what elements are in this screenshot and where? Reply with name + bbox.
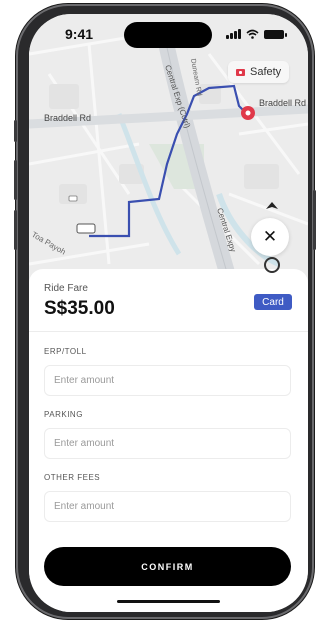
fare-amount: S$35.00 [44, 298, 115, 319]
wifi-icon [246, 29, 259, 39]
navigation-arrow-icon[interactable] [265, 202, 279, 216]
locate-me-icon[interactable] [264, 257, 280, 273]
home-indicator[interactable] [117, 600, 220, 603]
confirm-button[interactable]: CONFIRM [44, 547, 291, 586]
side-button [14, 210, 17, 250]
safety-icon [236, 68, 245, 76]
dynamic-island [124, 22, 212, 48]
fare-label: Ride Fare [44, 283, 88, 294]
erp-toll-input[interactable] [44, 365, 291, 396]
parking-input[interactable] [44, 428, 291, 459]
safety-label: Safety [250, 66, 282, 78]
erp-toll-label: ERP/TOLL [44, 347, 87, 356]
parking-label: PARKING [44, 410, 83, 419]
road-label-braddell-left: Braddell Rd [44, 113, 91, 123]
battery-icon [264, 29, 287, 39]
road-label-braddell-right: Braddell Rd [259, 98, 306, 108]
divider [29, 331, 308, 332]
close-button[interactable]: ✕ [251, 218, 289, 256]
safety-button[interactable]: Safety [228, 61, 290, 83]
other-fees-input[interactable] [44, 491, 291, 522]
status-icons [226, 29, 287, 39]
status-bar: 9:41 [29, 14, 308, 58]
side-button [313, 190, 316, 250]
close-icon: ✕ [262, 227, 278, 246]
side-button [14, 120, 17, 142]
fare-sheet: Ride Fare S$35.00 Card ERP/TOLL PARKING … [29, 269, 308, 612]
screen: Braddell Rd Braddell Rd Central Exp (Cct… [29, 14, 308, 612]
status-time: 9:41 [65, 26, 94, 42]
side-button [14, 160, 17, 200]
other-fees-label: OTHER FEES [44, 473, 101, 482]
payment-badge[interactable]: Card [254, 294, 292, 310]
signal-icon [226, 29, 241, 39]
